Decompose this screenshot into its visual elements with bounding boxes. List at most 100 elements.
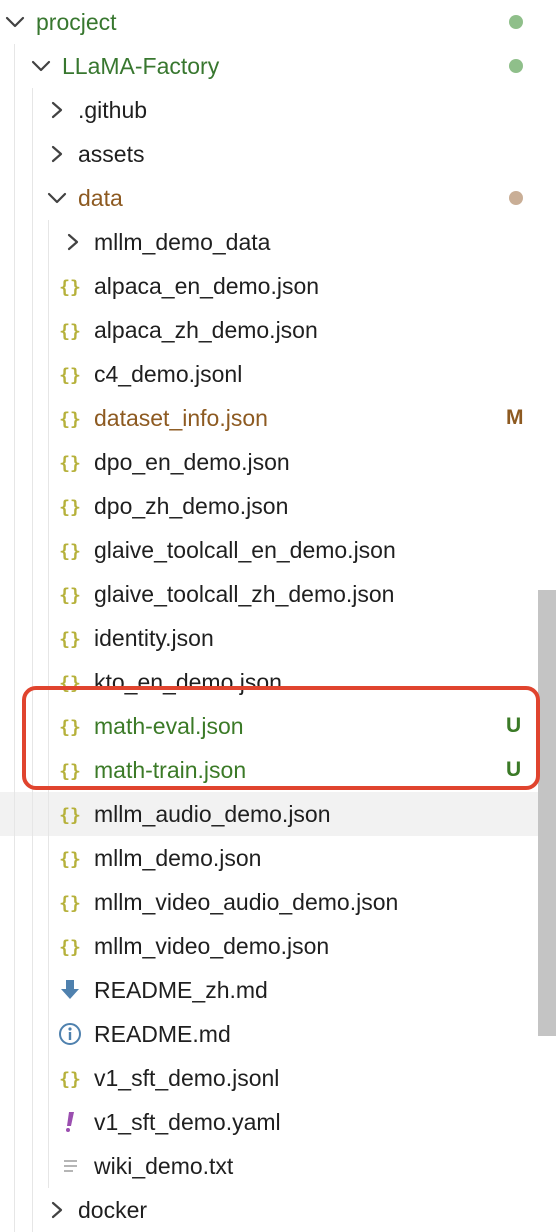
file-name-label: identity.json: [94, 625, 214, 651]
indent-guide: [32, 836, 33, 880]
file-name-label: mllm_video_audio_demo.json: [94, 889, 399, 915]
indent-guide: [14, 484, 15, 528]
tree-file-row[interactable]: {} dpo_zh_demo.json: [0, 484, 556, 528]
tree-file-row[interactable]: {} glaive_toolcall_zh_demo.json: [0, 572, 556, 616]
indent-guide: [48, 792, 49, 836]
tree-folder-row[interactable]: assets: [0, 132, 556, 176]
json-file-icon: {}: [57, 493, 83, 519]
chevron-right-icon[interactable]: [46, 99, 68, 121]
indent-guide: [14, 528, 15, 572]
svg-text:{}: {}: [59, 761, 81, 782]
tree-file-row[interactable]: {} glaive_toolcall_en_demo.json: [0, 528, 556, 572]
indent-guide: [14, 836, 15, 880]
tree-folder-row[interactable]: mllm_demo_data: [0, 220, 556, 264]
file-name-label: kto_en_demo.json: [94, 669, 282, 695]
chevron-right-icon[interactable]: [46, 143, 68, 165]
indent-guide: [14, 132, 15, 176]
tree-file-row[interactable]: {} mllm_audio_demo.json: [0, 792, 556, 836]
indent-guide: [14, 880, 15, 924]
json-file-icon: {}: [57, 405, 83, 431]
tree-file-row[interactable]: {} mllm_demo.json: [0, 836, 556, 880]
git-status-dot: [509, 59, 523, 73]
indent-guide: [48, 924, 49, 968]
tree-folder-row[interactable]: LLaMA-Factory: [0, 44, 556, 88]
file-name-label: dataset_info.json: [94, 405, 268, 431]
tree-folder-row[interactable]: data: [0, 176, 556, 220]
folder-name-label: procject: [36, 9, 117, 35]
indent-guide: [48, 968, 49, 1012]
tree-file-row[interactable]: v1_sft_demo.yaml: [0, 1100, 556, 1144]
svg-text:{}: {}: [59, 717, 81, 738]
tree-file-row[interactable]: {} dataset_info.json M: [0, 396, 556, 440]
json-file-icon: {}: [57, 757, 83, 783]
folder-name-label: LLaMA-Factory: [62, 53, 220, 79]
file-name-label: dpo_zh_demo.json: [94, 493, 289, 519]
chevron-down-icon[interactable]: [30, 55, 52, 77]
json-file-icon: {}: [57, 801, 83, 827]
info-circle-icon: [57, 1021, 83, 1047]
tree-file-row[interactable]: {} dpo_en_demo.json: [0, 440, 556, 484]
indent-guide: [48, 660, 49, 704]
svg-text:{}: {}: [59, 585, 81, 606]
indent-guide: [32, 792, 33, 836]
tree-file-row[interactable]: {} math-train.json U: [0, 748, 556, 792]
tree-folder-row[interactable]: .github: [0, 88, 556, 132]
file-name-label: c4_demo.jsonl: [94, 361, 243, 387]
indent-guide: [48, 572, 49, 616]
indent-guide: [32, 308, 33, 352]
tree-file-row[interactable]: {} mllm_video_demo.json: [0, 924, 556, 968]
tree-file-row[interactable]: {} c4_demo.jsonl: [0, 352, 556, 396]
tree-file-row[interactable]: {} v1_sft_demo.jsonl: [0, 1056, 556, 1100]
indent-guide: [48, 352, 49, 396]
git-status-badge: M: [506, 406, 524, 429]
indent-guide: [32, 704, 33, 748]
indent-guide: [48, 440, 49, 484]
svg-text:{}: {}: [59, 849, 81, 870]
scrollbar-thumb[interactable]: [538, 590, 556, 1036]
json-file-icon: {}: [57, 361, 83, 387]
indent-guide: [32, 748, 33, 792]
tree-file-row[interactable]: wiki_demo.txt: [0, 1144, 556, 1188]
indent-guide: [48, 528, 49, 572]
svg-text:{}: {}: [59, 937, 81, 958]
json-file-icon: {}: [57, 933, 83, 959]
indent-guide: [48, 1056, 49, 1100]
json-file-icon: {}: [57, 713, 83, 739]
file-name-label: v1_sft_demo.jsonl: [94, 1065, 280, 1091]
tree-file-row[interactable]: {} identity.json: [0, 616, 556, 660]
indent-guide: [32, 220, 33, 264]
file-name-label: README_zh.md: [94, 977, 268, 1003]
indent-guide: [32, 1144, 33, 1188]
indent-guide: [14, 924, 15, 968]
indent-guide: [14, 1144, 15, 1188]
file-name-label: README.md: [94, 1021, 231, 1047]
indent-guide: [32, 968, 33, 1012]
indent-guide: [32, 572, 33, 616]
indent-guide: [14, 308, 15, 352]
tree-file-row[interactable]: {} alpaca_zh_demo.json: [0, 308, 556, 352]
json-file-icon: {}: [57, 625, 83, 651]
chevron-right-icon[interactable]: [46, 1199, 68, 1221]
tree-file-row[interactable]: {} math-eval.json U: [0, 704, 556, 748]
tree-folder-row[interactable]: procject: [0, 0, 556, 44]
svg-text:{}: {}: [59, 497, 81, 518]
file-name-label: glaive_toolcall_en_demo.json: [94, 537, 396, 563]
tree-folder-row[interactable]: docker: [0, 1188, 556, 1232]
svg-text:{}: {}: [59, 277, 81, 298]
indent-guide: [14, 220, 15, 264]
chevron-down-icon[interactable]: [4, 11, 26, 33]
tree-file-row[interactable]: README.md: [0, 1012, 556, 1056]
tree-file-row[interactable]: {} mllm_video_audio_demo.json: [0, 880, 556, 924]
chevron-right-icon[interactable]: [62, 231, 84, 253]
tree-file-row[interactable]: {} alpaca_en_demo.json: [0, 264, 556, 308]
svg-text:{}: {}: [59, 629, 81, 650]
folder-name-label: .github: [78, 97, 148, 123]
indent-guide: [14, 572, 15, 616]
tree-file-row[interactable]: README_zh.md: [0, 968, 556, 1012]
indent-guide: [14, 968, 15, 1012]
chevron-down-icon[interactable]: [46, 187, 68, 209]
tree-file-row[interactable]: {} kto_en_demo.json: [0, 660, 556, 704]
folder-name-label: docker: [78, 1197, 148, 1223]
file-name-label: math-eval.json: [94, 713, 244, 739]
indent-guide: [48, 748, 49, 792]
